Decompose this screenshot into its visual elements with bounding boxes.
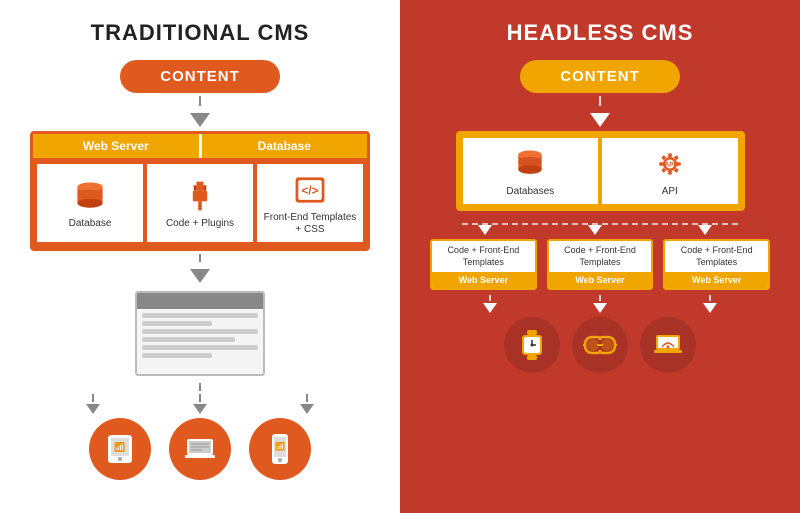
smartwatch-device [504, 317, 560, 373]
ws-label-3: Web Server [665, 272, 768, 288]
headless-inner-box: Databases API API [456, 131, 745, 211]
api-icon: API [652, 146, 688, 182]
ws-label-1: Web Server [432, 272, 535, 288]
laptop-icon [182, 431, 218, 467]
headless-ws-boxes: Code + Front-End Templates Web Server Co… [430, 239, 770, 290]
trad-icon-boxes: Database Code + Plugins < [33, 158, 367, 248]
svg-text:</>: </> [302, 185, 319, 198]
trad-device-arrows [30, 394, 370, 414]
trad-plugins-label: Code + Plugins [166, 218, 234, 230]
headless-api-box: API API [602, 138, 738, 204]
trad-arrow-1 [190, 113, 210, 127]
traditional-cms-panel: TRADITIONAL CMS CONTENT Web Server Datab… [0, 0, 400, 513]
headless-laptop-icon [650, 327, 686, 363]
database-label: Database [202, 134, 368, 158]
svg-text:API: API [665, 162, 676, 169]
headless-db-box: Databases [463, 138, 599, 204]
mockup-line [142, 345, 258, 350]
headless-arrow-right [703, 303, 717, 313]
arrow-left [86, 404, 100, 414]
svg-text:📶: 📶 [275, 441, 285, 451]
mockup-line [142, 313, 258, 318]
svg-text:📶: 📶 [114, 441, 125, 452]
trad-db-box: Database [37, 164, 143, 242]
trad-plugins-box: Code + Plugins [147, 164, 253, 242]
headless-device-arrows [430, 295, 770, 313]
headless-arrow-mid [593, 303, 607, 313]
code-icon: </> [292, 172, 328, 208]
trad-devices-row: 📶 📶 [89, 418, 311, 480]
arrow-mid [193, 404, 207, 414]
ws-box-1: Code + Front-End Templates Web Server [430, 239, 537, 290]
mockup-line [142, 329, 258, 334]
headless-content-pill: CONTENT [520, 60, 680, 93]
trad-arrow-2 [190, 269, 210, 283]
trad-db-label: Database [69, 218, 112, 230]
laptop-device [169, 418, 231, 480]
trad-labels-row: Web Server Database [33, 134, 367, 158]
database-icon [72, 178, 108, 214]
smartwatch-icon [514, 327, 550, 363]
mockup-line [142, 321, 212, 326]
arrow-right [300, 404, 314, 414]
mockup-line [142, 353, 212, 358]
ws-box-3: Code + Front-End Templates Web Server [663, 239, 770, 290]
headless-db-label: Databases [506, 186, 554, 198]
ws-content-2: Code + Front-End Templates [549, 241, 652, 272]
plugins-icon [182, 178, 218, 214]
ar-glasses-icon [580, 327, 620, 363]
tablet-icon: 📶 [103, 432, 137, 466]
traditional-content-pill: CONTENT [120, 60, 280, 93]
headless-title: HEADLESS CMS [507, 20, 694, 46]
ws-label-2: Web Server [549, 272, 652, 288]
tablet-device: 📶 [89, 418, 151, 480]
mockup-line [142, 337, 235, 342]
mobile-device: 📶 [249, 418, 311, 480]
web-server-label: Web Server [33, 134, 199, 158]
traditional-title: TRADITIONAL CMS [91, 20, 310, 46]
mockup-header [137, 293, 263, 309]
ar-glasses-device [572, 317, 628, 373]
website-mockup [135, 291, 265, 376]
trad-frontend-label: Front-End Templates + CSS [261, 212, 359, 236]
ws-content-1: Code + Front-End Templates [432, 241, 535, 272]
headless-arrow-left [483, 303, 497, 313]
headless-arrow-1 [590, 113, 610, 127]
mobile-icon: 📶 [265, 432, 295, 466]
trad-frontend-box: </> Front-End Templates + CSS [257, 164, 363, 242]
headless-db-icon [512, 146, 548, 182]
headless-cms-panel: HEADLESS CMS CONTENT Databases [400, 0, 800, 513]
ws-box-2: Code + Front-End Templates Web Server [547, 239, 654, 290]
ws-content-3: Code + Front-End Templates [665, 241, 768, 272]
headless-api-label: API [662, 186, 678, 198]
headless-devices-row [504, 317, 696, 373]
headless-laptop-device [640, 317, 696, 373]
mockup-lines [137, 309, 263, 362]
